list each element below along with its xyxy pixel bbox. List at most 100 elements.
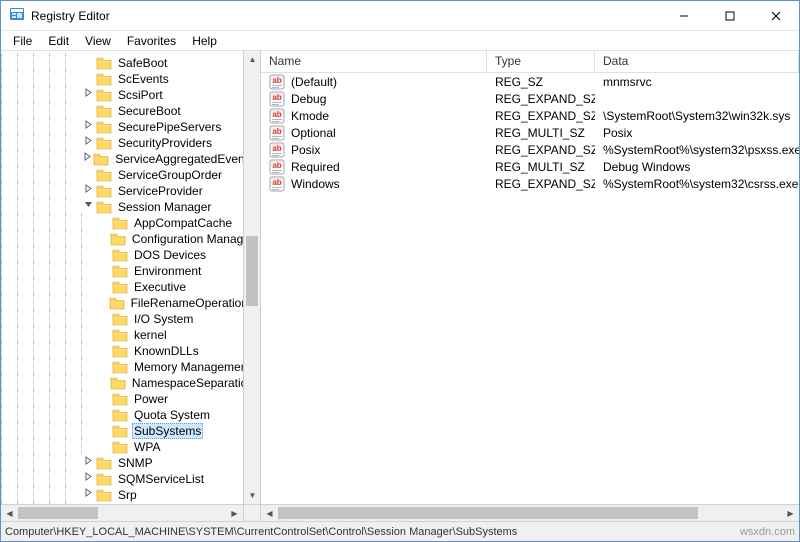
tree-item-label[interactable]: ScsiPort	[116, 88, 165, 102]
list-row[interactable]: abPosixREG_EXPAND_SZ%SystemRoot%\system3…	[261, 141, 799, 158]
scroll-right-button[interactable]: ▶	[226, 505, 243, 521]
tree-item-label[interactable]: SQMServiceList	[116, 472, 206, 486]
tree-item-label[interactable]: kernel	[132, 328, 169, 342]
tree-item-label[interactable]: WPA	[132, 440, 162, 454]
column-header-name[interactable]: Name	[261, 51, 487, 72]
main-area: SafeBoot ScEvents ScsiPort SecureBoot Secure…	[1, 51, 799, 521]
list-body[interactable]: ab(Default)REG_SZmnmsrvcabDebugREG_EXPAN…	[261, 73, 799, 504]
titlebar[interactable]: Registry Editor	[1, 1, 799, 31]
menu-favorites[interactable]: Favorites	[119, 32, 184, 50]
tree-vertical-scrollbar[interactable]: ▲ ▼	[243, 51, 260, 504]
scroll-track[interactable]	[278, 505, 782, 521]
folder-icon	[112, 424, 128, 438]
folder-icon	[112, 248, 128, 262]
tree-expander-icon[interactable]	[81, 151, 93, 167]
scroll-up-button[interactable]: ▲	[244, 51, 261, 68]
tree-expander-icon[interactable]	[81, 135, 96, 151]
tree-item-label[interactable]: FileRenameOperations	[129, 296, 256, 310]
tree-expander-icon[interactable]	[81, 119, 96, 135]
tree-item-label[interactable]: ServiceProvider	[116, 184, 205, 198]
scroll-down-button[interactable]: ▼	[244, 487, 261, 504]
tree-item-label[interactable]: SecureBoot	[116, 104, 183, 118]
column-header-type[interactable]: Type	[487, 51, 595, 72]
scroll-left-button[interactable]: ◀	[1, 505, 18, 521]
scroll-thumb[interactable]	[18, 507, 98, 519]
cell-type: REG_SZ	[487, 75, 595, 89]
folder-icon	[96, 472, 112, 486]
list-header[interactable]: Name Type Data	[261, 51, 799, 73]
scroll-track[interactable]	[244, 68, 260, 487]
tree-expander-icon[interactable]	[81, 471, 96, 487]
tree-item-label[interactable]: Environment	[132, 264, 203, 278]
column-header-data[interactable]: Data	[595, 51, 799, 72]
tree-horizontal-scrollbar[interactable]: ◀ ▶	[1, 504, 243, 521]
tree-expander-icon[interactable]	[81, 455, 96, 471]
list-row[interactable]: abWindowsREG_EXPAND_SZ%SystemRoot%\syste…	[261, 175, 799, 192]
cell-name[interactable]: abWindows	[261, 176, 487, 192]
folder-icon	[112, 408, 128, 422]
scroll-thumb[interactable]	[278, 507, 698, 519]
tree-item-label[interactable]: Memory Management	[132, 360, 253, 374]
tree-item-label[interactable]: I/O System	[132, 312, 195, 326]
tree-item-label[interactable]: SafeBoot	[116, 56, 169, 70]
string-value-icon: ab	[269, 176, 285, 192]
scroll-right-button[interactable]: ▶	[782, 505, 799, 521]
tree-item-label[interactable]: SubSystems	[132, 423, 203, 439]
cell-name[interactable]: abKmode	[261, 108, 487, 124]
tree-item-label[interactable]: Session Manager	[116, 200, 213, 214]
tree-item-label[interactable]: Quota System	[132, 408, 212, 422]
svg-text:ab: ab	[272, 93, 281, 102]
cell-type: REG_MULTI_SZ	[487, 126, 595, 140]
registry-editor-window: Registry Editor FileEditViewFavoritesHel…	[0, 0, 800, 542]
scroll-left-button[interactable]: ◀	[261, 505, 278, 521]
tree-expander-icon[interactable]	[81, 487, 96, 503]
registry-tree[interactable]: SafeBoot ScEvents ScsiPort SecureBoot Secure…	[1, 55, 260, 521]
menu-help[interactable]: Help	[184, 32, 225, 50]
folder-icon	[110, 232, 126, 246]
tree-item-label[interactable]: KnownDLLs	[132, 344, 201, 358]
cell-name[interactable]: abPosix	[261, 142, 487, 158]
folder-icon	[112, 440, 128, 454]
tree-item-label[interactable]: Srp	[116, 488, 139, 502]
minimize-button[interactable]	[661, 1, 707, 30]
window-title: Registry Editor	[31, 9, 661, 23]
tree-item-label[interactable]: AppCompatCache	[132, 216, 234, 230]
tree-item-label[interactable]: SecurePipeServers	[116, 120, 223, 134]
tree-expander-icon[interactable]	[81, 87, 96, 103]
menu-edit[interactable]: Edit	[40, 32, 77, 50]
tree-expander-icon[interactable]	[81, 183, 96, 199]
list-horizontal-scrollbar[interactable]: ◀ ▶	[261, 504, 799, 521]
list-row[interactable]: abOptionalREG_MULTI_SZPosix	[261, 124, 799, 141]
cell-name[interactable]: abOptional	[261, 125, 487, 141]
list-row[interactable]: abDebugREG_EXPAND_SZ	[261, 90, 799, 107]
folder-icon	[112, 216, 128, 230]
list-row[interactable]: abRequiredREG_MULTI_SZDebug Windows	[261, 158, 799, 175]
tree-item-label[interactable]: SecurityProviders	[116, 136, 214, 150]
value-name: Kmode	[291, 109, 329, 123]
tree-item-label[interactable]: Configuration Manager	[130, 232, 256, 246]
tree-item-label[interactable]: ScEvents	[116, 72, 171, 86]
list-row[interactable]: abKmodeREG_EXPAND_SZ\SystemRoot\System32…	[261, 107, 799, 124]
menu-file[interactable]: File	[5, 32, 40, 50]
maximize-button[interactable]	[707, 1, 753, 30]
tree-item-label[interactable]: ServiceGroupOrder	[116, 168, 224, 182]
folder-icon	[112, 360, 128, 374]
scroll-thumb[interactable]	[246, 236, 258, 306]
cell-name[interactable]: abRequired	[261, 159, 487, 175]
cell-name[interactable]: ab(Default)	[261, 74, 487, 90]
scroll-track[interactable]	[18, 505, 226, 521]
cell-name[interactable]: ab Debug	[261, 91, 487, 107]
menu-view[interactable]: View	[77, 32, 119, 50]
cell-data: Posix	[595, 126, 799, 140]
tree-item-label[interactable]: SNMP	[116, 456, 155, 470]
value-name: Debug	[291, 92, 326, 106]
tree-item-label[interactable]: Power	[132, 392, 170, 406]
menubar: FileEditViewFavoritesHelp	[1, 31, 799, 51]
tree-item-label[interactable]: Executive	[132, 280, 188, 294]
tree-item-label[interactable]: ServiceAggregatedEvents	[113, 152, 256, 166]
close-button[interactable]	[753, 1, 799, 30]
cell-data: \SystemRoot\System32\win32k.sys	[595, 109, 799, 123]
tree-item-label[interactable]: DOS Devices	[132, 248, 208, 262]
list-row[interactable]: ab(Default)REG_SZmnmsrvc	[261, 73, 799, 90]
tree-item-label[interactable]: NamespaceSeparation	[130, 376, 256, 390]
